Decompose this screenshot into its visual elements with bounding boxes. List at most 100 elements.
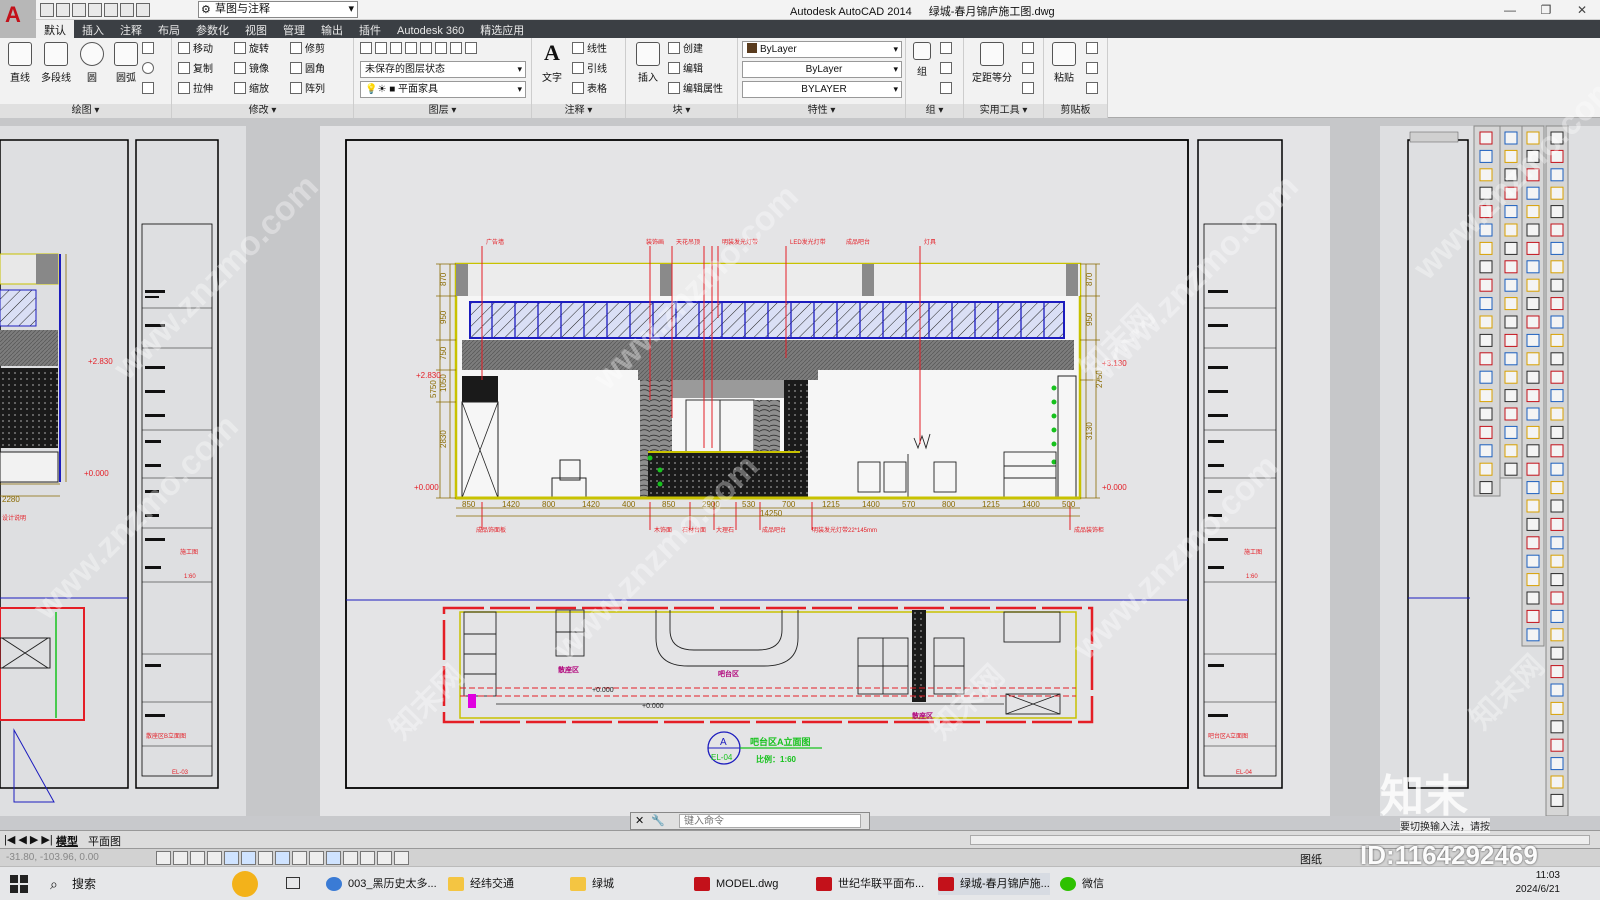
- palette-tool-icon[interactable]: [1526, 333, 1540, 347]
- layout-nav-arrows[interactable]: |◀ ◀ ▶ ▶|: [4, 833, 53, 846]
- dyn-toggle[interactable]: [309, 851, 324, 865]
- text-button[interactable]: A 文字: [538, 42, 566, 85]
- edit-block-button[interactable]: 编辑: [668, 62, 703, 78]
- palette-tool-icon[interactable]: [1550, 333, 1564, 347]
- palette-tool-icon[interactable]: [1479, 241, 1493, 255]
- new-file-icon[interactable]: [40, 3, 54, 17]
- selection-cycling-toggle[interactable]: [377, 851, 392, 865]
- group-edit-button[interactable]: [940, 62, 955, 78]
- palette-tool-icon[interactable]: [1526, 481, 1540, 495]
- palette-tool-icon[interactable]: [1504, 444, 1518, 458]
- palette-tool-icon[interactable]: [1526, 260, 1540, 274]
- workspace-dropdown[interactable]: ⚙ 草图与注释 ▾: [198, 1, 358, 18]
- palette-tool-icon[interactable]: [1479, 297, 1493, 311]
- palette-tool-icon[interactable]: [1504, 168, 1518, 182]
- palette-tool-icon[interactable]: [1504, 389, 1518, 403]
- table-button[interactable]: 表格: [572, 82, 607, 98]
- tab-featured-apps[interactable]: 精选应用: [472, 20, 532, 38]
- palette-tool-icon[interactable]: [1526, 591, 1540, 605]
- osnap-toggle[interactable]: [241, 851, 256, 865]
- save-as-icon[interactable]: [88, 3, 102, 17]
- palette-tool-icon[interactable]: [1479, 444, 1493, 458]
- palette-tool-icon[interactable]: [1479, 407, 1493, 421]
- palette-tool-icon[interactable]: [1550, 775, 1564, 789]
- hatch-button[interactable]: [142, 82, 157, 98]
- tab-insert[interactable]: 插入: [74, 20, 112, 38]
- annotation-monitor-toggle[interactable]: [394, 851, 409, 865]
- palette-tool-icon[interactable]: [1479, 149, 1493, 163]
- layer-icon[interactable]: [450, 42, 462, 54]
- ducs-toggle[interactable]: [292, 851, 307, 865]
- stretch-button[interactable]: 拉伸: [178, 82, 213, 98]
- palette-tool-icon[interactable]: [1479, 186, 1493, 200]
- palette-tool-icon[interactable]: [1550, 554, 1564, 568]
- snap-toggle[interactable]: [173, 851, 188, 865]
- undo-icon[interactable]: [120, 3, 134, 17]
- palette-tool-icon[interactable]: [1504, 241, 1518, 255]
- tab-parametric[interactable]: 参数化: [188, 20, 237, 38]
- widget-icon[interactable]: [232, 871, 258, 897]
- mirror-button[interactable]: 镜像: [234, 62, 269, 78]
- palette-tool-icon[interactable]: [1526, 315, 1540, 329]
- move-button[interactable]: 移动: [178, 42, 213, 58]
- polyline-button[interactable]: 多段线: [38, 42, 74, 84]
- palette-tool-icon[interactable]: [1479, 481, 1493, 495]
- clipboard-panel-label[interactable]: 剪贴板: [1044, 104, 1107, 118]
- taskbar-search[interactable]: ⌕ 搜索: [46, 873, 226, 895]
- palette-tool-icon[interactable]: [1550, 407, 1564, 421]
- tab-annotate[interactable]: 注释: [112, 20, 150, 38]
- utilities-panel-label[interactable]: 实用工具 ▾: [964, 104, 1043, 118]
- windows-start-button[interactable]: [10, 875, 28, 893]
- insert-button[interactable]: 插入: [632, 42, 664, 84]
- copy-clip-button[interactable]: [1086, 62, 1101, 78]
- palette-tool-icon[interactable]: [1550, 609, 1564, 623]
- palette-tool-icon[interactable]: [1504, 278, 1518, 292]
- taskbar-item-wechat[interactable]: 微信: [1060, 873, 1104, 895]
- palette-tool-icon[interactable]: [1504, 333, 1518, 347]
- array-button[interactable]: 阵列: [290, 82, 325, 98]
- palette-tool-icon[interactable]: [1479, 260, 1493, 274]
- palette-tool-icon[interactable]: [1526, 352, 1540, 366]
- palette-tool-icon[interactable]: [1479, 370, 1493, 384]
- group-select-button[interactable]: [940, 82, 955, 98]
- palette-tool-icon[interactable]: [1479, 462, 1493, 476]
- palette-tool-icon[interactable]: [1504, 370, 1518, 384]
- layer-icon[interactable]: [420, 42, 432, 54]
- palette-tool-icon[interactable]: [1550, 352, 1564, 366]
- palette-tool-icon[interactable]: [1550, 260, 1564, 274]
- palette-tool-icon[interactable]: [1550, 646, 1564, 660]
- line-button[interactable]: 直线: [4, 42, 36, 84]
- palette-tool-icon[interactable]: [1526, 554, 1540, 568]
- close-icon[interactable]: ✕: [635, 814, 644, 827]
- layer-properties-icon[interactable]: [360, 42, 372, 54]
- taskbar-item-autocad-active[interactable]: 绿城-春月锦庐施...: [938, 873, 1050, 895]
- open-file-icon[interactable]: [56, 3, 70, 17]
- otrack-toggle[interactable]: [275, 851, 290, 865]
- palette-tool-icon[interactable]: [1526, 499, 1540, 513]
- system-clock[interactable]: 11:03 2024/6/21: [1516, 869, 1561, 897]
- palette-tool-icon[interactable]: [1526, 425, 1540, 439]
- palette-tool-icon[interactable]: [1504, 425, 1518, 439]
- palette-tool-icon[interactable]: [1479, 278, 1493, 292]
- restore-button[interactable]: ❐: [1528, 0, 1564, 20]
- tab-layout[interactable]: 布局: [150, 20, 188, 38]
- rotate-button[interactable]: 旋转: [234, 42, 269, 58]
- layers-panel-label[interactable]: 图层 ▾: [354, 104, 531, 118]
- palette-tool-icon[interactable]: [1504, 260, 1518, 274]
- tab-plugins[interactable]: 插件: [351, 20, 389, 38]
- palette-tool-icon[interactable]: [1550, 591, 1564, 605]
- tab-view[interactable]: 视图: [237, 20, 275, 38]
- select-all-button[interactable]: [1022, 62, 1037, 78]
- palette-tool-icon[interactable]: [1526, 223, 1540, 237]
- palette-tool-icon[interactable]: [1550, 370, 1564, 384]
- calculator-button[interactable]: [1022, 82, 1037, 98]
- palette-tool-icon[interactable]: [1504, 352, 1518, 366]
- palette-tool-icon[interactable]: [1526, 444, 1540, 458]
- palette-tool-icon[interactable]: [1550, 793, 1564, 807]
- tab-output[interactable]: 输出: [313, 20, 351, 38]
- palette-tool-icon[interactable]: [1479, 315, 1493, 329]
- palette-tool-icon[interactable]: [1550, 186, 1564, 200]
- ortho-toggle[interactable]: [207, 851, 222, 865]
- palette-tool-icon[interactable]: [1504, 297, 1518, 311]
- palette-tool-icon[interactable]: [1550, 131, 1564, 145]
